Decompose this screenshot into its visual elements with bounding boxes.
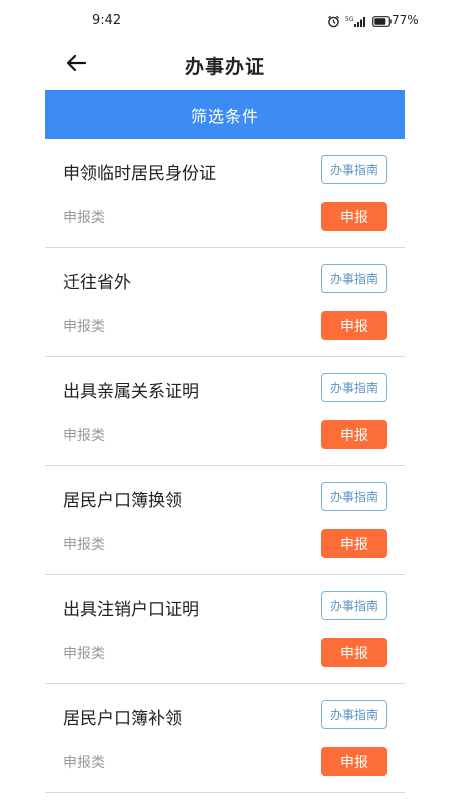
alarm-icon	[327, 15, 340, 28]
item-category: 申报类	[63, 537, 105, 553]
guide-button[interactable]: 办事指南	[321, 155, 387, 184]
status-time: 9:42	[92, 13, 122, 28]
item-title: 出具亲属关系证明	[63, 382, 199, 402]
item-title: 迁往省外	[63, 273, 131, 293]
filter-button[interactable]: 筛选条件	[45, 90, 405, 139]
network-label: 5G	[345, 16, 354, 23]
item-title: 居民户口簿换领	[63, 491, 182, 511]
apply-button[interactable]: 申报	[321, 202, 387, 231]
list-item[interactable]: 申领临时居民身份证 申报类 办事指南 申报	[45, 139, 405, 248]
item-category: 申报类	[63, 646, 105, 662]
apply-button[interactable]: 申报	[321, 529, 387, 558]
item-category: 申报类	[63, 755, 105, 771]
item-title: 居民户口簿补领	[63, 709, 182, 729]
status-icons: 5G	[327, 13, 392, 29]
item-title: 出具注销户口证明	[63, 600, 199, 620]
status-bar: 9:42 5G 77%	[0, 0, 450, 40]
apply-button[interactable]: 申报	[321, 420, 387, 449]
list-item[interactable]: 出具亲属关系证明 申报类 办事指南 申报	[45, 357, 405, 466]
list-item[interactable]: 居民户口簿补领 申报类 办事指南 申报	[45, 684, 405, 793]
apply-button[interactable]: 申报	[321, 638, 387, 667]
battery-percent: 77%	[392, 13, 419, 27]
item-title: 申领临时居民身份证	[63, 164, 216, 184]
apply-button[interactable]: 申报	[321, 311, 387, 340]
guide-button[interactable]: 办事指南	[321, 373, 387, 402]
guide-button[interactable]: 办事指南	[321, 482, 387, 511]
page-title: 办事办证	[184, 56, 265, 78]
header: 办事办证	[0, 40, 450, 90]
guide-button[interactable]: 办事指南	[321, 700, 387, 729]
apply-button[interactable]: 申报	[321, 747, 387, 776]
signal-icon: 5G	[345, 15, 367, 28]
item-category: 申报类	[63, 319, 105, 335]
battery-icon	[372, 15, 392, 27]
service-list: 申领临时居民身份证 申报类 办事指南 申报 迁往省外 申报类 办事指南 申报 出…	[45, 139, 405, 793]
item-category: 申报类	[63, 428, 105, 444]
filter-label: 筛选条件	[190, 106, 259, 126]
list-item[interactable]: 出具注销户口证明 申报类 办事指南 申报	[45, 575, 405, 684]
guide-button[interactable]: 办事指南	[321, 591, 387, 620]
list-item[interactable]: 迁往省外 申报类 办事指南 申报	[45, 248, 405, 357]
guide-button[interactable]: 办事指南	[321, 264, 387, 293]
item-category: 申报类	[63, 210, 105, 226]
list-item[interactable]: 居民户口簿换领 申报类 办事指南 申报	[45, 466, 405, 575]
